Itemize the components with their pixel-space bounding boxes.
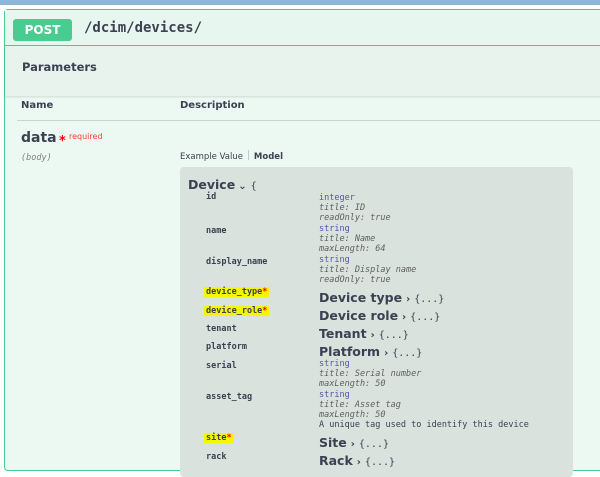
- field-device-role: device_role*: [204, 306, 270, 316]
- tab-separator: [247, 150, 249, 160]
- endpoint-path: /dcim/devices/: [84, 20, 203, 36]
- chevron-right-icon: ›: [350, 439, 355, 450]
- method-badge: POST: [13, 19, 72, 41]
- field-id-type: integer title: ID readOnly: true: [319, 193, 391, 223]
- field-platform: platform: [206, 342, 247, 352]
- chevron-right-icon: ›: [370, 330, 375, 341]
- field-device-type: device_type*: [204, 287, 270, 297]
- model-name: Device: [188, 177, 236, 192]
- top-border: [0, 0, 600, 5]
- ref-tenant[interactable]: Tenant › {...}: [319, 326, 409, 341]
- ref-rack[interactable]: Rack › {...}: [319, 453, 395, 468]
- chevron-right-icon: ›: [356, 457, 361, 468]
- param-name: data: [21, 130, 57, 146]
- ref-device-type[interactable]: Device type › {...}: [319, 290, 444, 305]
- field-display-name: display_name: [206, 257, 268, 267]
- ref-device-role[interactable]: Device role › {...}: [319, 308, 440, 323]
- parameters-header: Parameters: [5, 46, 600, 96]
- parameters-title: Parameters: [22, 60, 97, 74]
- field-display-name-type: string title: Display name readOnly: tru…: [319, 255, 417, 285]
- model-title[interactable]: Device ⌄{: [188, 177, 257, 192]
- tab-example-value[interactable]: Example Value: [180, 152, 243, 162]
- header-divider: [17, 120, 600, 121]
- column-description-header: Description: [180, 100, 245, 111]
- field-site: site*: [204, 433, 234, 443]
- ref-platform[interactable]: Platform › {...}: [319, 344, 422, 359]
- field-serial-type: string title: Serial number maxLength: 5…: [319, 359, 422, 389]
- param-location: (body): [21, 153, 52, 163]
- example-model-tabs: Example Value Model: [180, 150, 283, 162]
- model-brace: {: [250, 181, 257, 192]
- chevron-right-icon: ›: [402, 312, 407, 323]
- field-asset-tag-type: string title: Asset tag maxLength: 50 A …: [319, 390, 529, 430]
- operation-summary[interactable]: POST /dcim/devices/: [5, 10, 600, 46]
- field-id: id: [206, 192, 217, 202]
- field-rack: rack: [206, 452, 227, 462]
- field-name-type: string title: Name maxLength: 64: [319, 224, 386, 254]
- column-name-header: Name: [21, 100, 54, 111]
- ref-site[interactable]: Site › {...}: [319, 435, 389, 450]
- field-name: name: [206, 226, 227, 236]
- field-serial: serial: [206, 361, 237, 371]
- field-asset-tag: asset_tag: [206, 392, 253, 402]
- chevron-right-icon: ›: [384, 348, 389, 359]
- required-star: *: [59, 134, 66, 149]
- chevron-down-icon: ⌄: [238, 181, 247, 192]
- chevron-right-icon: ›: [406, 294, 411, 305]
- required-label: required: [69, 132, 103, 141]
- tab-model[interactable]: Model: [254, 152, 283, 162]
- field-tenant: tenant: [206, 324, 237, 334]
